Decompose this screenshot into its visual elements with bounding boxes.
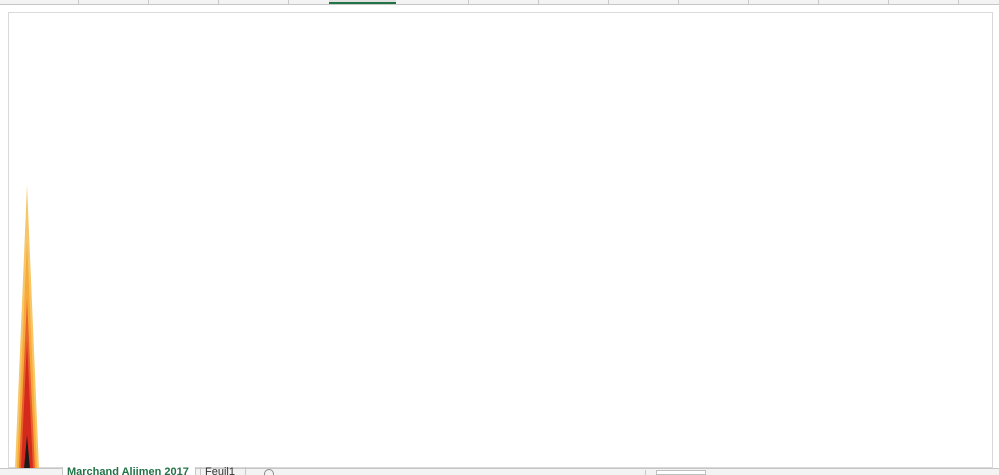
sheet-tab-active[interactable]: Marchand Aliimen 2017 [62,467,196,475]
horizontal-scrollbar[interactable] [645,470,999,475]
column-separator [538,0,539,4]
column-separator [78,0,79,4]
scrollbar-thumb[interactable] [656,470,706,475]
active-column-header[interactable] [329,0,396,4]
column-separator [958,0,959,4]
column-separator [608,0,609,4]
column-separator [818,0,819,4]
sheet-tab-bar: Marchand Aliimen 2017 Feuil1 [0,467,999,475]
column-separator [148,0,149,4]
sheet-tab-feuil1[interactable]: Feuil1 [200,467,246,475]
column-separator [748,0,749,4]
plus-circle-icon[interactable] [264,469,274,475]
column-header-strip [0,0,999,5]
column-separator [468,0,469,4]
column-separator [888,0,889,4]
area-chart-plot [15,185,39,469]
column-separator [218,0,219,4]
excel-window: Marchand Aliimen 2017 Feuil1 [0,0,999,475]
column-separator [678,0,679,4]
column-separator [288,0,289,4]
chart-area[interactable] [8,12,993,469]
